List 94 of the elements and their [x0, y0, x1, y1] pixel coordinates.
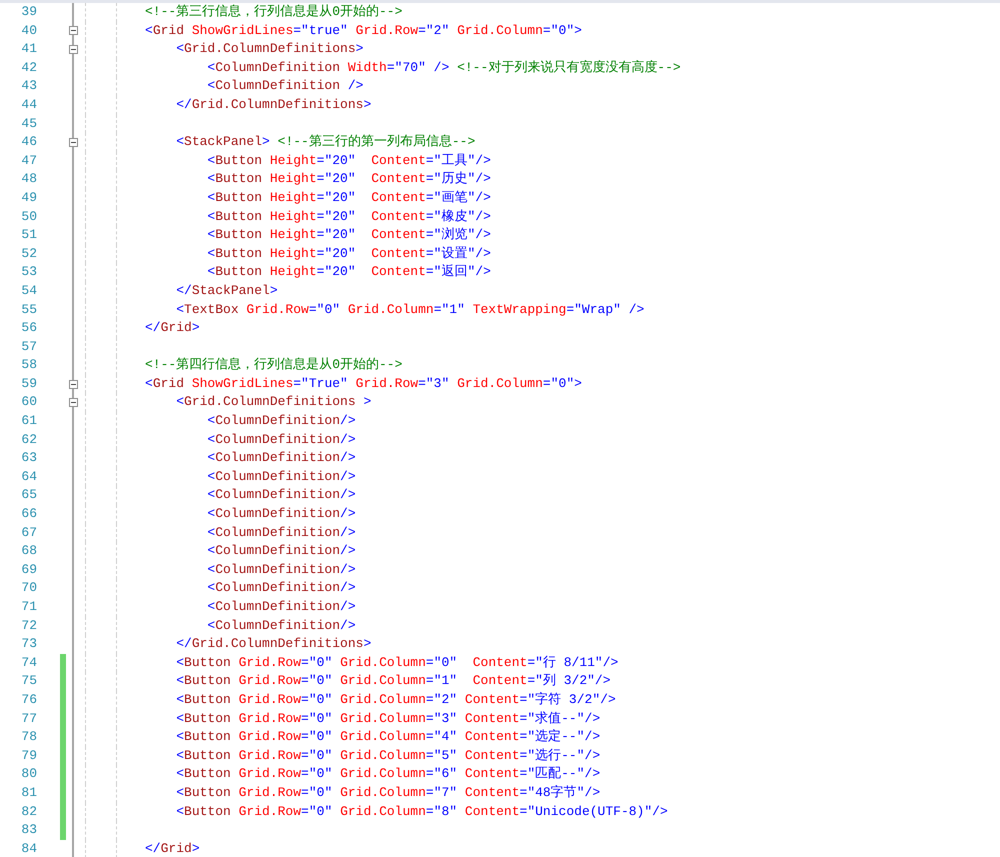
code-line: <Button Grid.Row="0" Grid.Column="5" Content="选行--"/>	[175, 746, 600, 765]
line-number: 46	[20, 133, 37, 152]
line-number: 73	[20, 635, 37, 654]
code-line: <Button Height="20" Content="返回"/>	[206, 263, 491, 282]
line-number: 68	[20, 542, 37, 560]
line-number: 54	[20, 282, 37, 300]
line-number: 57	[20, 338, 37, 356]
code-line: <ColumnDefinition Width="70" /> <!--对于列来说只有宽度没有高度-->	[206, 58, 681, 77]
line-number: 58	[20, 356, 37, 374]
code-line: <Grid.ColumnDefinitions>	[175, 40, 364, 58]
code-line: <Grid ShowGridLines="True" Grid.Row="3" Grid.Column="0">	[145, 374, 582, 393]
code-line: <Button Grid.Row="0" Grid.Column="6" Content="匹配--"/>	[175, 765, 600, 784]
line-number: 78	[20, 728, 37, 746]
code-line: <Button Grid.Row="0" Grid.Column="7" Content="48字节"/>	[175, 784, 600, 802]
code-line: <Button Grid.Row="0" Grid.Column="8" Content="Unicode(UTF-8)"/>	[175, 802, 668, 821]
collapse-button[interactable]	[68, 380, 78, 389]
collapse-button[interactable]	[68, 26, 78, 36]
code-line: <Grid ShowGridLines="true" Grid.Row="2" Grid.Column="0">	[145, 22, 582, 40]
code-line: </Grid>	[145, 840, 200, 857]
line-number: 49	[20, 188, 37, 207]
line-number: 51	[20, 226, 37, 244]
code-comment: <!--第四行信息，行列信息是从0开始的-->	[145, 356, 402, 374]
code-line: <Button Height="20" Content="历史"/>	[206, 170, 491, 188]
code-line: <Button Grid.Row="0" Grid.Column="1" Content="列 3/2"/>	[175, 672, 611, 690]
code-line: <Button Height="20" Content="橡皮"/>	[206, 208, 491, 226]
code-line: <ColumnDefinition/>	[206, 524, 356, 542]
line-number: 72	[20, 616, 37, 635]
line-number: 50	[20, 208, 37, 226]
line-number: 81	[20, 784, 37, 802]
line-number: 61	[20, 412, 37, 430]
line-number: 41	[20, 40, 37, 58]
code-line: <ColumnDefinition/>	[206, 598, 356, 616]
code-line: <Button Height="20" Content="设置"/>	[206, 244, 491, 263]
line-number: 53	[20, 263, 37, 282]
line-number: 52	[20, 244, 37, 263]
line-number: 64	[20, 468, 37, 486]
code-line: <ColumnDefinition/>	[206, 579, 356, 598]
code-line: <ColumnDefinition/>	[206, 542, 356, 560]
line-number: 55	[20, 300, 37, 318]
code-line: </Grid>	[145, 319, 200, 338]
code-line: <ColumnDefinition />	[206, 77, 364, 96]
code-line: <Button Height="20" Content="浏览"/>	[206, 226, 491, 244]
line-number: 60	[20, 393, 37, 412]
code-line: </StackPanel>	[175, 282, 278, 300]
code-line: <Button Grid.Row="0" Grid.Column="3" Content="求值--"/>	[175, 710, 600, 728]
line-number: 44	[20, 96, 37, 114]
line-number: 39	[20, 3, 37, 21]
line-number: 80	[20, 765, 37, 784]
code-line: <ColumnDefinition/>	[206, 468, 356, 486]
line-number: 47	[20, 152, 37, 170]
line-number: 67	[20, 524, 37, 542]
line-number: 59	[20, 374, 37, 393]
collapse-button[interactable]	[68, 138, 78, 147]
code-line: <ColumnDefinition/>	[206, 412, 356, 430]
line-number: 82	[20, 802, 37, 821]
line-number: 43	[20, 77, 37, 96]
line-number: 69	[20, 560, 37, 579]
line-number: 75	[20, 672, 37, 690]
line-number: 74	[20, 654, 37, 672]
code-line: <ColumnDefinition/>	[206, 430, 356, 449]
code-line: </Grid.ColumnDefinitions>	[175, 96, 372, 114]
line-number: 65	[20, 486, 37, 504]
line-number: 45	[20, 114, 37, 133]
line-number: 48	[20, 170, 37, 188]
code-line: </Grid.ColumnDefinitions>	[175, 635, 372, 654]
line-number: 70	[20, 579, 37, 598]
line-number: 77	[20, 710, 37, 728]
line-number: 40	[20, 22, 37, 40]
code-comment: <!--第三行信息，行列信息是从0开始的-->	[145, 3, 402, 21]
code-line: <Grid.ColumnDefinitions >	[175, 393, 372, 412]
code-line: <Button Grid.Row="0" Grid.Column="4" Content="选定--"/>	[175, 728, 600, 746]
line-number: 63	[20, 449, 37, 468]
line-number: 83	[20, 821, 37, 840]
code-line: <ColumnDefinition/>	[206, 560, 356, 579]
code-line: <ColumnDefinition/>	[206, 486, 356, 504]
code-line: <ColumnDefinition/>	[206, 449, 356, 468]
code-line: <Button Grid.Row="0" Grid.Column="2" Content="字符 3/2"/>	[175, 690, 616, 709]
collapse-button[interactable]	[68, 44, 78, 54]
code-line: <Button Grid.Row="0" Grid.Column="0" Content="行 8/11"/>	[175, 654, 618, 672]
code-line: <ColumnDefinition/>	[206, 616, 356, 635]
collapse-button[interactable]	[68, 398, 78, 408]
line-number: 62	[20, 430, 37, 449]
line-number: 71	[20, 598, 37, 616]
line-number: 76	[20, 690, 37, 709]
code-line: <ColumnDefinition/>	[206, 505, 356, 524]
code-line: <Button Height="20" Content="画笔"/>	[206, 188, 491, 207]
line-number: 79	[20, 746, 37, 765]
code-line: <Button Height="20" Content="工具"/>	[206, 152, 491, 170]
line-number: 66	[20, 505, 37, 524]
line-number: 56	[20, 319, 37, 338]
code-line: <StackPanel> <!--第三行的第一列布局信息-->	[175, 133, 476, 152]
code-line: <TextBox Grid.Row="0" Grid.Column="1" TextWrapping="Wrap" />	[175, 300, 644, 318]
line-number: 42	[20, 58, 37, 77]
line-number: 84	[20, 840, 37, 857]
